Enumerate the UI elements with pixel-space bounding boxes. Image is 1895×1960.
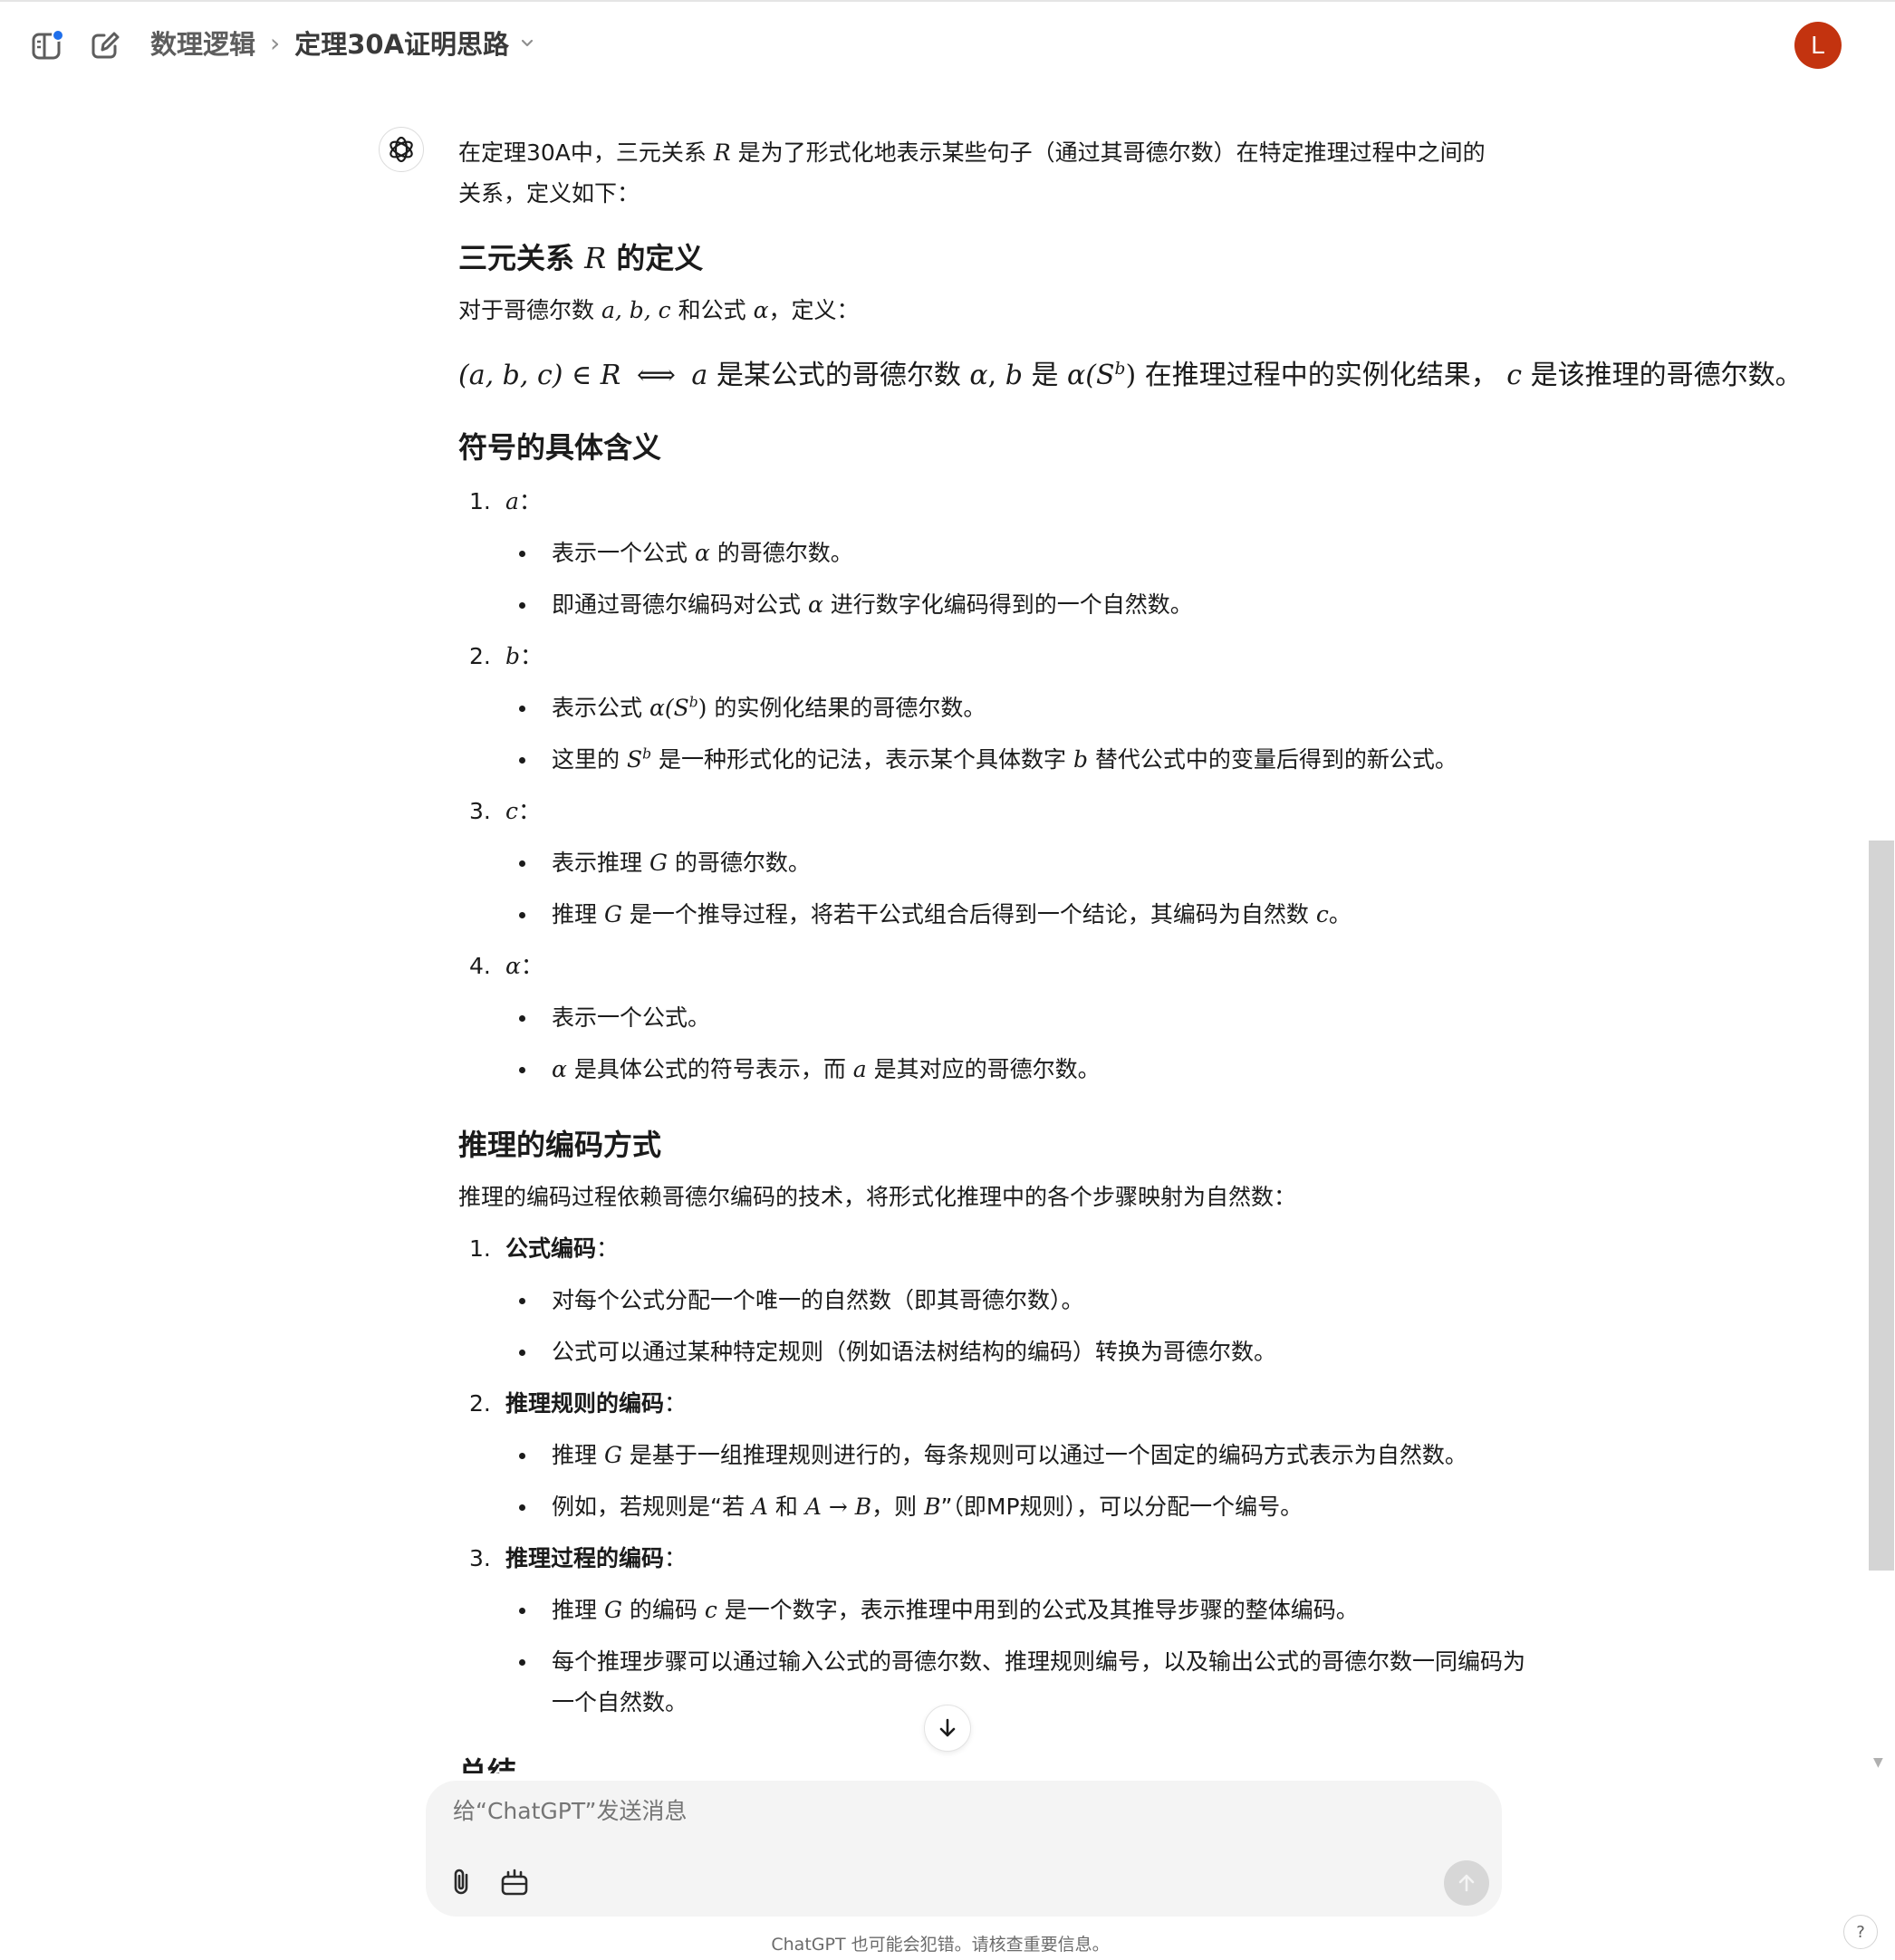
list-item: 1. a： [469,488,542,514]
send-button[interactable] [1444,1860,1489,1906]
bullet-item: α 是具体公式的符号表示，而 a 是其对应的哥德尔数。 [458,1049,1853,1090]
sidebar-toggle-icon[interactable] [27,25,67,65]
send-icon [1458,1874,1475,1892]
chevron-down-icon[interactable] [518,34,536,52]
list-item: 2. 推理规则的编码： [469,1390,688,1417]
scrollbar[interactable] [1869,841,1894,1571]
attach-icon[interactable] [444,1864,480,1900]
scrollbar-down-arrow-icon[interactable]: ▼ [1873,1755,1883,1770]
bullet-item: 推理 G 的编码 c 是一个数字，表示推理中用到的公式及其推导步骤的整体编码。 [458,1590,1853,1630]
bullet-item: 表示一个公式 α 的哥德尔数。 [458,533,1853,573]
disclaimer-text: ChatGPT 也可能会犯错。请核查重要信息。 [771,1935,1110,1955]
breadcrumb-separator: › [270,27,281,58]
bullet-item: 例如，若规则是“若 A 和 A → B，则 B”（即MP规则），可以分配一个编号… [458,1486,1853,1527]
bullet-item: 即通过哥德尔编码对公式 α 进行数字化编码得到的一个自然数。 [458,584,1853,625]
definition-lead: 对于哥德尔数 a, b, c 和公式 α，定义： [458,297,860,323]
conversation-title[interactable]: 定理30A证明思路 [294,24,509,62]
bullet-item: 对每个公式分配一个唯一的自然数（即其哥德尔数）。 [458,1280,1853,1321]
assistant-message: 在定理30A中，三元关系 R 是为了形式化地表示某些句子（通过其哥德尔数）在特定… [458,132,1853,1773]
list-item: 1. 公式编码： [469,1235,620,1262]
help-button[interactable]: ? [1843,1915,1878,1949]
new-chat-icon[interactable] [85,25,125,65]
scroll-to-bottom-button[interactable] [924,1705,971,1752]
message-composer [426,1781,1502,1917]
encoding-lead: 推理的编码过程依赖哥德尔编码的技术，将形式化推理中的各个步骤映射为自然数： [458,1184,1297,1210]
user-avatar[interactable]: L [1794,22,1842,69]
definition-formula: (a, b, c) ∈ R ⟺ a 是某公式的哥德尔数 α, b 是 α(Sb)… [458,360,1803,391]
arrow-down-icon [939,1718,956,1737]
heading-symbols: 符号的具体含义 [458,430,662,465]
heading-encoding: 推理的编码方式 [458,1128,662,1162]
bullet-item: 表示推理 G 的哥德尔数。 [458,842,1853,883]
bullet-item: 公式可以通过某种特定规则（例如语法树结构的编码）转换为哥德尔数。 [458,1331,1853,1372]
bullet-item: 推理 G 是基于一组推理规则进行的，每条规则可以通过一个固定的编码方式表示为自然… [458,1435,1853,1475]
chatgpt-logo-icon [379,127,424,172]
top-bar: 数理逻辑 › 定理30A证明思路 L [0,0,1895,85]
breadcrumb-project[interactable]: 数理逻辑 [150,24,255,62]
list-item: 3. 推理过程的编码： [469,1545,688,1571]
bullet-item: 这里的 Sb 是一种形式化的记法，表示某个具体数字 b 替代公式中的变量后得到的… [458,739,1853,780]
list-item: 2. b： [469,643,543,669]
intro-paragraph: 在定理30A中，三元关系 R 是为了形式化地表示某些句子（通过其哥德尔数）在特定… [458,139,1486,207]
bullet-item: 表示公式 α(Sb) 的实例化结果的哥德尔数。 [458,687,1853,728]
tools-icon[interactable] [496,1864,533,1900]
bullet-item: 每个推理步骤可以通过输入公式的哥德尔数、推理规则编号，以及输出公式的哥德尔数一同… [458,1641,1534,1723]
heading-definition: 三元关系 R 的定义 [458,241,704,275]
list-item: 4. α： [469,953,543,979]
list-item: 3. c： [469,798,542,824]
bullet-item: 推理 G 是一个推导过程，将若干公式组合后得到一个结论，其编码为自然数 c。 [458,894,1853,935]
breadcrumb: 数理逻辑 › 定理30A证明思路 [150,24,536,62]
message-input[interactable] [451,1797,1451,1825]
heading-summary: 总结 [458,1755,517,1773]
bullet-item: 表示一个公式。 [458,997,1853,1038]
